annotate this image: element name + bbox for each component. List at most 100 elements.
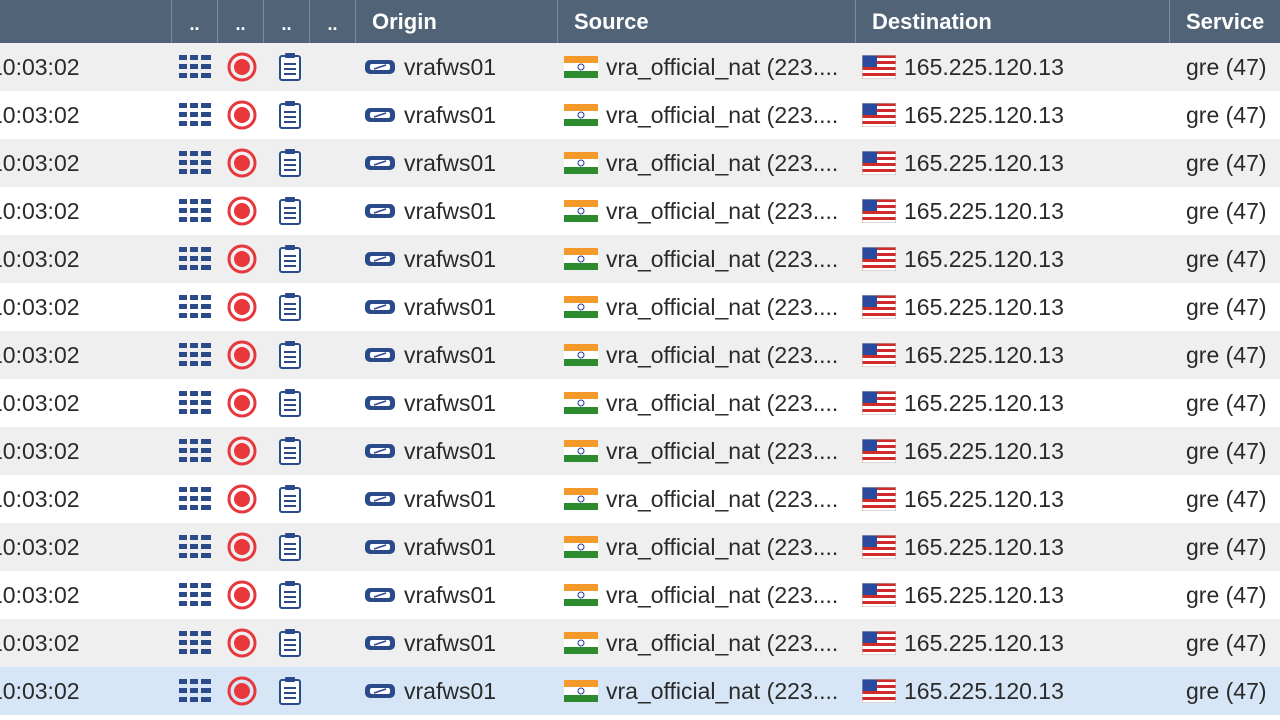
clipboard-icon [279, 581, 301, 609]
column-header-time[interactable] [0, 0, 172, 43]
us-flag-icon [862, 631, 896, 655]
destination-cell: 165.225.120.13 [904, 53, 1064, 80]
table-row[interactable]: 10:03:02 [0, 43, 1280, 91]
us-flag-icon [862, 295, 896, 319]
drop-circle-icon [227, 196, 257, 226]
clipboard-icon [279, 245, 301, 273]
drop-circle-icon [227, 148, 257, 178]
clipboard-icon [279, 293, 301, 321]
grid-icon [179, 439, 211, 462]
column-header-action[interactable]: .. [218, 0, 264, 43]
origin-cell: vrafws01 [404, 629, 497, 656]
gateway-icon [365, 60, 395, 74]
service-cell: gre (47) [1186, 341, 1267, 368]
destination-cell: 165.225.120.13 [904, 485, 1064, 512]
drop-circle-icon [227, 580, 257, 610]
destination-cell: 165.225.120.13 [904, 149, 1064, 176]
origin-cell: vrafws01 [404, 293, 497, 320]
drop-circle-icon [227, 436, 257, 466]
time-cell: 10:03:02 [0, 389, 80, 416]
column-header-service[interactable]: Service [1170, 0, 1280, 43]
column-header-log[interactable]: .. [264, 0, 310, 43]
origin-cell: vrafws01 [404, 341, 497, 368]
destination-cell: 165.225.120.13 [904, 389, 1064, 416]
clipboard-icon [279, 341, 301, 369]
india-flag-icon [564, 248, 598, 270]
time-cell: 10:03:02 [0, 629, 80, 656]
destination-cell: 165.225.120.13 [904, 629, 1064, 656]
grid-icon [179, 343, 211, 366]
us-flag-icon [862, 391, 896, 415]
time-cell: 10:03:02 [0, 437, 80, 464]
table-row[interactable]: 10:03:02 [0, 91, 1280, 139]
grid-icon [179, 247, 211, 270]
india-flag-icon [564, 488, 598, 510]
source-cell: vra_official_nat (223.... [606, 53, 839, 80]
drop-circle-icon [227, 52, 257, 82]
drop-circle-icon [227, 340, 257, 370]
destination-cell: 165.225.120.13 [904, 197, 1064, 224]
drop-circle-icon [227, 532, 257, 562]
destination-cell: 165.225.120.13 [904, 437, 1064, 464]
us-flag-icon [862, 487, 896, 511]
grid-icon [179, 199, 211, 222]
source-cell: vra_official_nat (223.... [606, 677, 839, 704]
clipboard-icon [279, 533, 301, 561]
source-cell: vra_official_nat (223.... [606, 485, 839, 512]
table-row[interactable]: 10:03:02 [0, 667, 1280, 715]
clipboard-icon [279, 485, 301, 513]
source-cell: vra_official_nat (223.... [606, 197, 839, 224]
time-cell: 10:03:02 [0, 245, 80, 272]
service-cell: gre (47) [1186, 149, 1267, 176]
gateway-icon [365, 540, 395, 554]
table-row[interactable]: 10:03:02 [0, 427, 1280, 475]
table-row[interactable]: 10:03:02 [0, 571, 1280, 619]
us-flag-icon [862, 343, 896, 367]
source-cell: vra_official_nat (223.... [606, 629, 839, 656]
column-header-source[interactable]: Source [558, 0, 856, 43]
table-row[interactable]: 10:03:02 [0, 283, 1280, 331]
us-flag-icon [862, 55, 896, 79]
us-flag-icon [862, 199, 896, 223]
source-cell: vra_official_nat (223.... [606, 245, 839, 272]
time-cell: 10:03:02 [0, 149, 80, 176]
column-header-origin[interactable]: Origin [356, 0, 558, 43]
column-header-extra[interactable]: .. [310, 0, 356, 43]
clipboard-icon [279, 53, 301, 81]
grid-icon [179, 391, 211, 414]
source-cell: vra_official_nat (223.... [606, 389, 839, 416]
india-flag-icon [564, 392, 598, 414]
table-row[interactable]: 10:03:02 [0, 235, 1280, 283]
india-flag-icon [564, 200, 598, 222]
india-flag-icon [564, 440, 598, 462]
source-cell: vra_official_nat (223.... [606, 293, 839, 320]
origin-cell: vrafws01 [404, 389, 497, 416]
us-flag-icon [862, 535, 896, 559]
source-cell: vra_official_nat (223.... [606, 341, 839, 368]
table-row[interactable]: 10:03:02 [0, 475, 1280, 523]
table-row[interactable]: 10:03:02 [0, 379, 1280, 427]
table-row[interactable]: 10:03:02 [0, 187, 1280, 235]
origin-header-label: Origin [372, 8, 437, 34]
drop-circle-icon [227, 628, 257, 658]
origin-cell: vrafws01 [404, 677, 497, 704]
clipboard-icon [279, 149, 301, 177]
origin-cell: vrafws01 [404, 581, 497, 608]
destination-cell: 165.225.120.13 [904, 581, 1064, 608]
gateway-icon [365, 588, 395, 602]
table-row[interactable]: 10:03:02 [0, 619, 1280, 667]
clipboard-icon [279, 389, 301, 417]
origin-cell: vrafws01 [404, 101, 497, 128]
gateway-icon [365, 396, 395, 410]
table-row[interactable]: 10:03:02 [0, 523, 1280, 571]
service-cell: gre (47) [1186, 245, 1267, 272]
column-header-type[interactable]: .. [172, 0, 218, 43]
grid-icon [179, 583, 211, 606]
us-flag-icon [862, 439, 896, 463]
table-row[interactable]: 10:03:02 [0, 139, 1280, 187]
time-cell: 10:03:02 [0, 341, 80, 368]
table-header: .. .. .. .. Origin Source Destination Se… [0, 0, 1280, 43]
column-header-destination[interactable]: Destination [856, 0, 1170, 43]
table-row[interactable]: 10:03:02 [0, 331, 1280, 379]
clipboard-icon [279, 197, 301, 225]
